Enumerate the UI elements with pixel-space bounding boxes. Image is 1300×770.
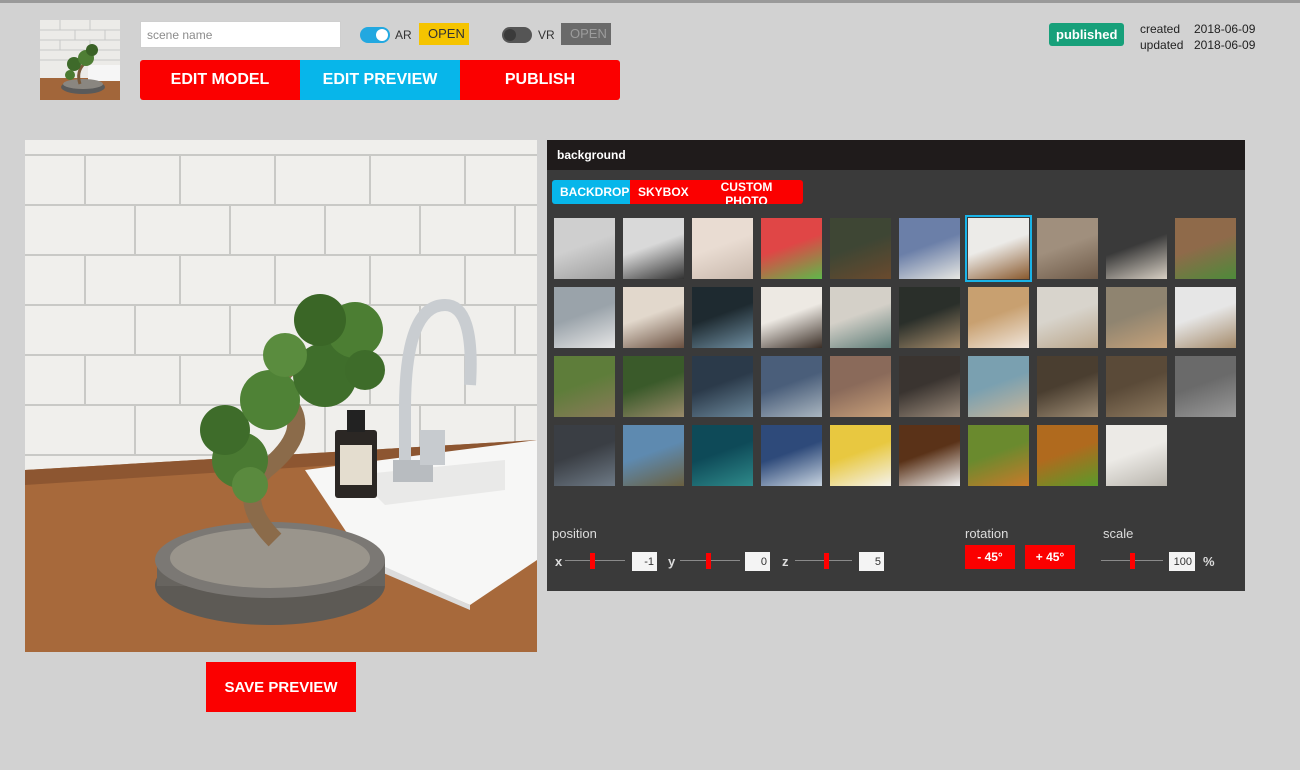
background-tabs: BACKDROP SKYBOX CUSTOM PHOTO [552,180,803,204]
backdrop-tile[interactable] [1106,287,1167,348]
backdrop-tile[interactable] [1037,287,1098,348]
scale-slider[interactable] [1101,553,1163,569]
backdrop-tile[interactable] [692,425,753,486]
scene-name-input[interactable] [140,21,341,48]
vr-open-button[interactable]: OPEN [561,23,611,45]
backdrop-tile[interactable] [623,425,684,486]
backdrop-tile[interactable] [968,356,1029,417]
backdrop-tile[interactable] [623,356,684,417]
y-value-input[interactable] [745,552,770,571]
tab-edit-preview[interactable]: EDIT PREVIEW [300,60,460,100]
vr-toggle-knob [504,29,516,41]
editor-tabs: EDIT MODEL EDIT PREVIEW PUBLISH [140,60,620,100]
scale-value-input[interactable] [1169,552,1195,571]
dates-info: created 2018-06-09 updated 2018-06-09 [1140,21,1255,53]
vr-label: VR [538,28,555,42]
backdrop-tile[interactable] [1175,218,1236,279]
created-value: 2018-06-09 [1194,22,1256,36]
backdrop-tile[interactable] [830,287,891,348]
ar-toggle-knob [376,29,388,41]
created-label: created [1140,22,1181,36]
x-label: x [555,554,563,569]
backdrop-tile[interactable] [761,218,822,279]
backdrop-tile[interactable] [623,218,684,279]
y-label: y [668,554,676,569]
backdrop-tile[interactable] [968,287,1029,348]
tab-skybox[interactable]: SKYBOX [630,180,690,204]
backdrop-tile[interactable] [1037,218,1098,279]
backdrop-tile[interactable] [761,287,822,348]
ar-toggle[interactable] [360,27,390,43]
backdrop-tile[interactable] [554,356,615,417]
vr-toggle[interactable] [502,27,532,43]
tab-backdrop[interactable]: BACKDROP [552,180,630,204]
background-panel: background BACKDROP SKYBOX CUSTOM PHOTO … [547,140,1245,591]
backdrop-tile[interactable] [1037,356,1098,417]
panel-title: background [547,140,1245,170]
backdrop-tile[interactable] [1175,356,1236,417]
backdrop-tile[interactable] [1037,425,1098,486]
backdrop-tile[interactable] [554,218,615,279]
ar-open-button[interactable]: OPEN [419,23,469,45]
updated-label: updated [1140,38,1184,52]
backdrop-tile[interactable] [830,218,891,279]
scene-thumbnail [40,20,120,100]
position-label: position [552,526,597,541]
backdrop-tile[interactable] [965,215,1032,282]
backdrop-tile[interactable] [692,218,753,279]
backdrop-tile[interactable] [554,287,615,348]
backdrop-tile[interactable] [1106,356,1167,417]
updated-value: 2018-06-09 [1194,38,1256,52]
scale-unit: % [1203,554,1215,569]
ar-label: AR [395,28,412,42]
rotate-plus-button[interactable]: + 45° [1025,545,1075,569]
backdrop-tile[interactable] [761,425,822,486]
x-value-input[interactable] [632,552,657,571]
tab-publish[interactable]: PUBLISH [460,60,620,100]
backdrop-tile[interactable] [899,425,960,486]
top-border [0,0,1300,3]
z-value-input[interactable] [859,552,884,571]
tab-edit-model[interactable]: EDIT MODEL [140,60,300,100]
backdrop-tile[interactable] [623,287,684,348]
save-preview-button[interactable]: SAVE PREVIEW [206,662,356,712]
backdrop-tile[interactable] [761,356,822,417]
backdrop-tile[interactable] [830,356,891,417]
tab-custom-photo[interactable]: CUSTOM PHOTO [690,180,803,204]
x-slider[interactable] [565,553,625,569]
backdrop-tile[interactable] [830,425,891,486]
backdrop-tile[interactable] [1106,218,1167,279]
scene-preview[interactable] [25,140,537,652]
rotation-label: rotation [965,526,1009,541]
backdrop-tile[interactable] [692,287,753,348]
rotate-minus-button[interactable]: - 45° [965,545,1015,569]
y-slider[interactable] [680,553,740,569]
backdrop-tile[interactable] [1175,287,1236,348]
backdrop-tile[interactable] [968,425,1029,486]
backdrop-tile[interactable] [692,356,753,417]
backdrop-tile[interactable] [899,287,960,348]
scale-label: scale [1103,526,1134,541]
z-label: z [782,554,789,569]
z-slider[interactable] [795,553,852,569]
backdrop-tile[interactable] [1106,425,1167,486]
backdrop-tile[interactable] [554,425,615,486]
backdrop-tile[interactable] [899,218,960,279]
status-badge: published [1049,23,1125,46]
backdrop-tile[interactable] [899,356,960,417]
